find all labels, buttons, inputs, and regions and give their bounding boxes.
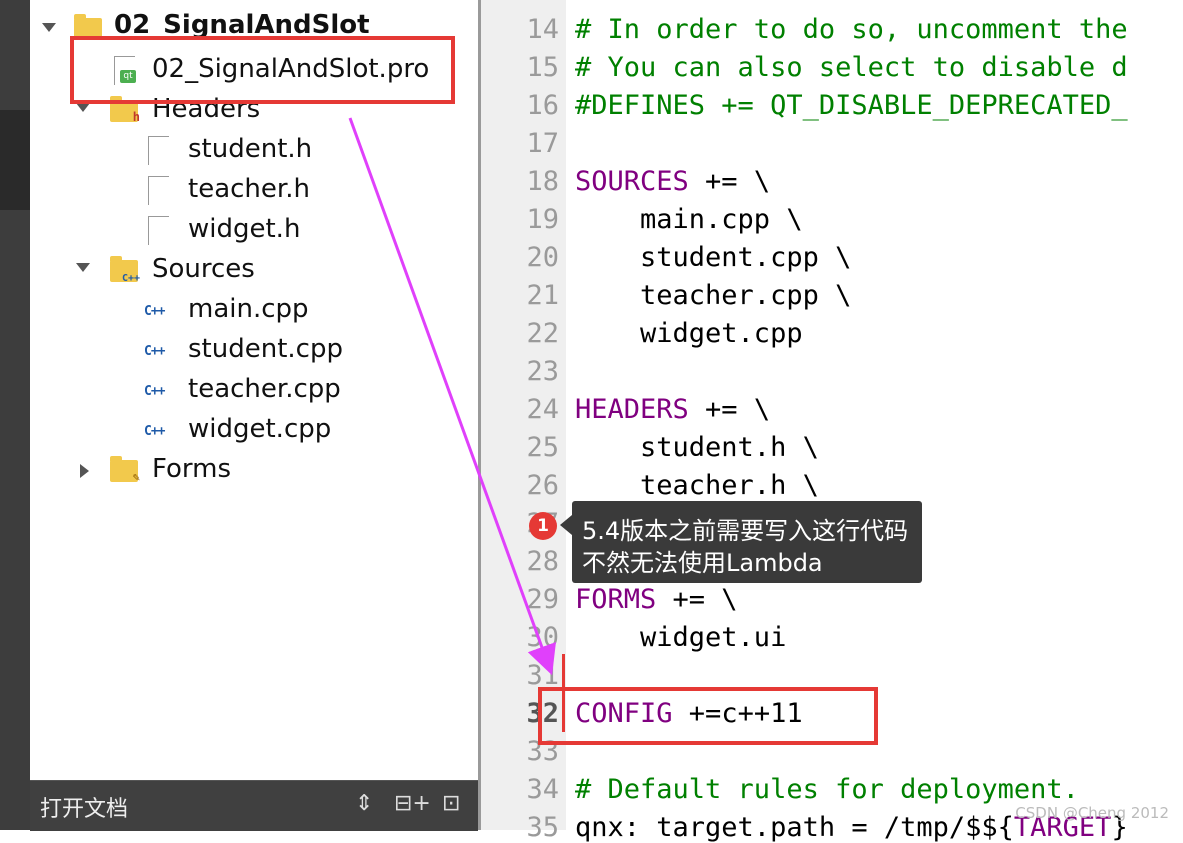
watermark: CSDN @Cheng 2012 bbox=[1015, 804, 1169, 822]
annotation-arrow bbox=[348, 117, 556, 676]
arrow-line bbox=[348, 117, 556, 676]
